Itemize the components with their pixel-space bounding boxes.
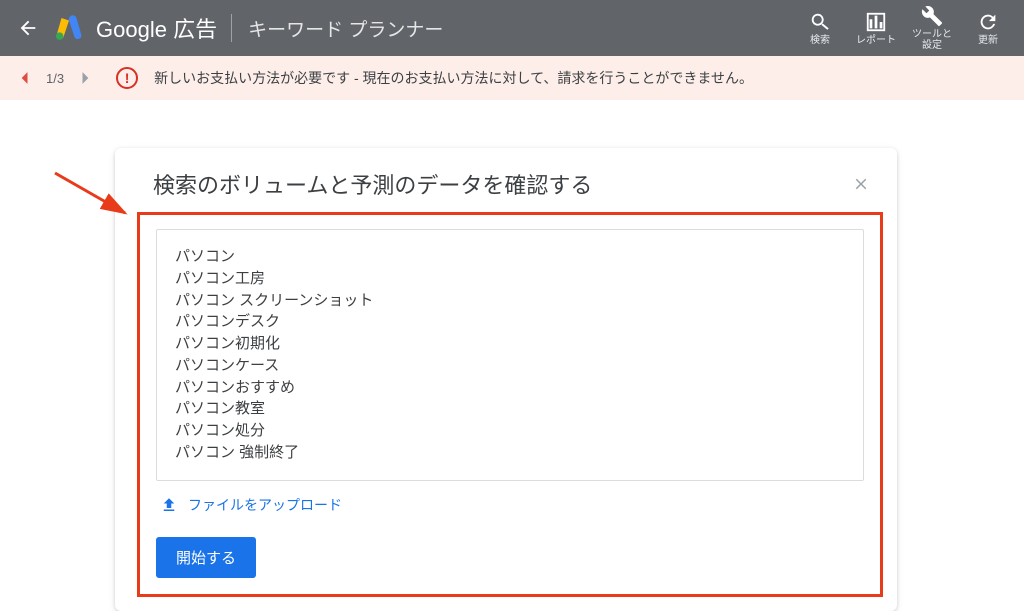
pager-next-button[interactable]	[76, 68, 96, 88]
tool-title: キーワード プランナー	[248, 15, 443, 42]
nav-refresh-label: 更新	[978, 35, 998, 46]
brand-ads: 広告	[173, 17, 217, 42]
upload-file-label: ファイルをアップロード	[188, 495, 342, 515]
back-arrow-icon	[17, 17, 39, 39]
back-arrow-button[interactable]	[8, 8, 48, 48]
keyword-line: パソコンデスク	[175, 311, 845, 333]
start-button[interactable]: 開始する	[156, 537, 256, 578]
annotation-box: パソコンパソコン工房パソコン スクリーンショットパソコンデスクパソコン初期化パソ…	[137, 212, 883, 597]
nav-search-label: 検索	[810, 35, 830, 46]
keyword-line: パソコン工房	[175, 268, 845, 290]
wrench-icon	[921, 5, 943, 27]
chevron-right-icon	[81, 71, 91, 85]
alert-bar: 1/3 ! 新しいお支払い方法が必要です - 現在のお支払い方法に対して、請求を…	[0, 56, 1024, 100]
nav-search-button[interactable]: 検索	[792, 11, 848, 46]
card-header: 検索のボリュームと予測のデータを確認する	[115, 148, 897, 212]
chevron-left-icon	[19, 71, 29, 85]
nav-reports-label: レポート	[856, 35, 896, 46]
close-icon	[852, 175, 870, 193]
nav-refresh-button[interactable]: 更新	[960, 11, 1016, 46]
alert-error-icon: !	[116, 67, 138, 89]
brand-google: Google	[96, 17, 167, 42]
close-button[interactable]	[849, 172, 873, 196]
pager-count: 1/3	[46, 71, 64, 86]
card-title: 検索のボリュームと予測のデータを確認する	[153, 168, 849, 200]
refresh-icon	[977, 11, 999, 33]
google-ads-logo-icon	[54, 13, 84, 43]
nav-reports-button[interactable]: レポート	[848, 11, 904, 46]
upload-file-link[interactable]: ファイルをアップロード	[160, 495, 864, 515]
keyword-card: 検索のボリュームと予測のデータを確認する パソコンパソコン工房パソコン スクリー…	[115, 148, 897, 611]
brand-title: Google 広告	[96, 12, 217, 44]
nav-tools-button[interactable]: ツールと 設定	[904, 5, 960, 51]
vertical-divider	[231, 14, 232, 42]
nav-tools-label: ツールと 設定	[912, 29, 952, 51]
keyword-line: パソコン処分	[175, 420, 845, 442]
keyword-line: パソコン 強制終了	[175, 442, 845, 464]
keyword-line: パソコン	[175, 246, 845, 268]
alert-message: 新しいお支払い方法が必要です - 現在のお支払い方法に対して、請求を行うことがで…	[154, 68, 753, 88]
keyword-line: パソコンおすすめ	[175, 377, 845, 399]
keywords-textarea[interactable]: パソコンパソコン工房パソコン スクリーンショットパソコンデスクパソコン初期化パソ…	[156, 229, 864, 481]
bar-chart-icon	[865, 11, 887, 33]
search-icon	[809, 11, 831, 33]
keyword-line: パソコンケース	[175, 355, 845, 377]
keyword-line: パソコン教室	[175, 398, 845, 420]
keyword-line: パソコン初期化	[175, 333, 845, 355]
upload-icon	[160, 496, 178, 514]
keyword-line: パソコン スクリーンショット	[175, 290, 845, 312]
pager-prev-button[interactable]	[14, 68, 34, 88]
top-bar: Google 広告 キーワード プランナー 検索 レポート ツールと 設定 更新	[0, 0, 1024, 56]
